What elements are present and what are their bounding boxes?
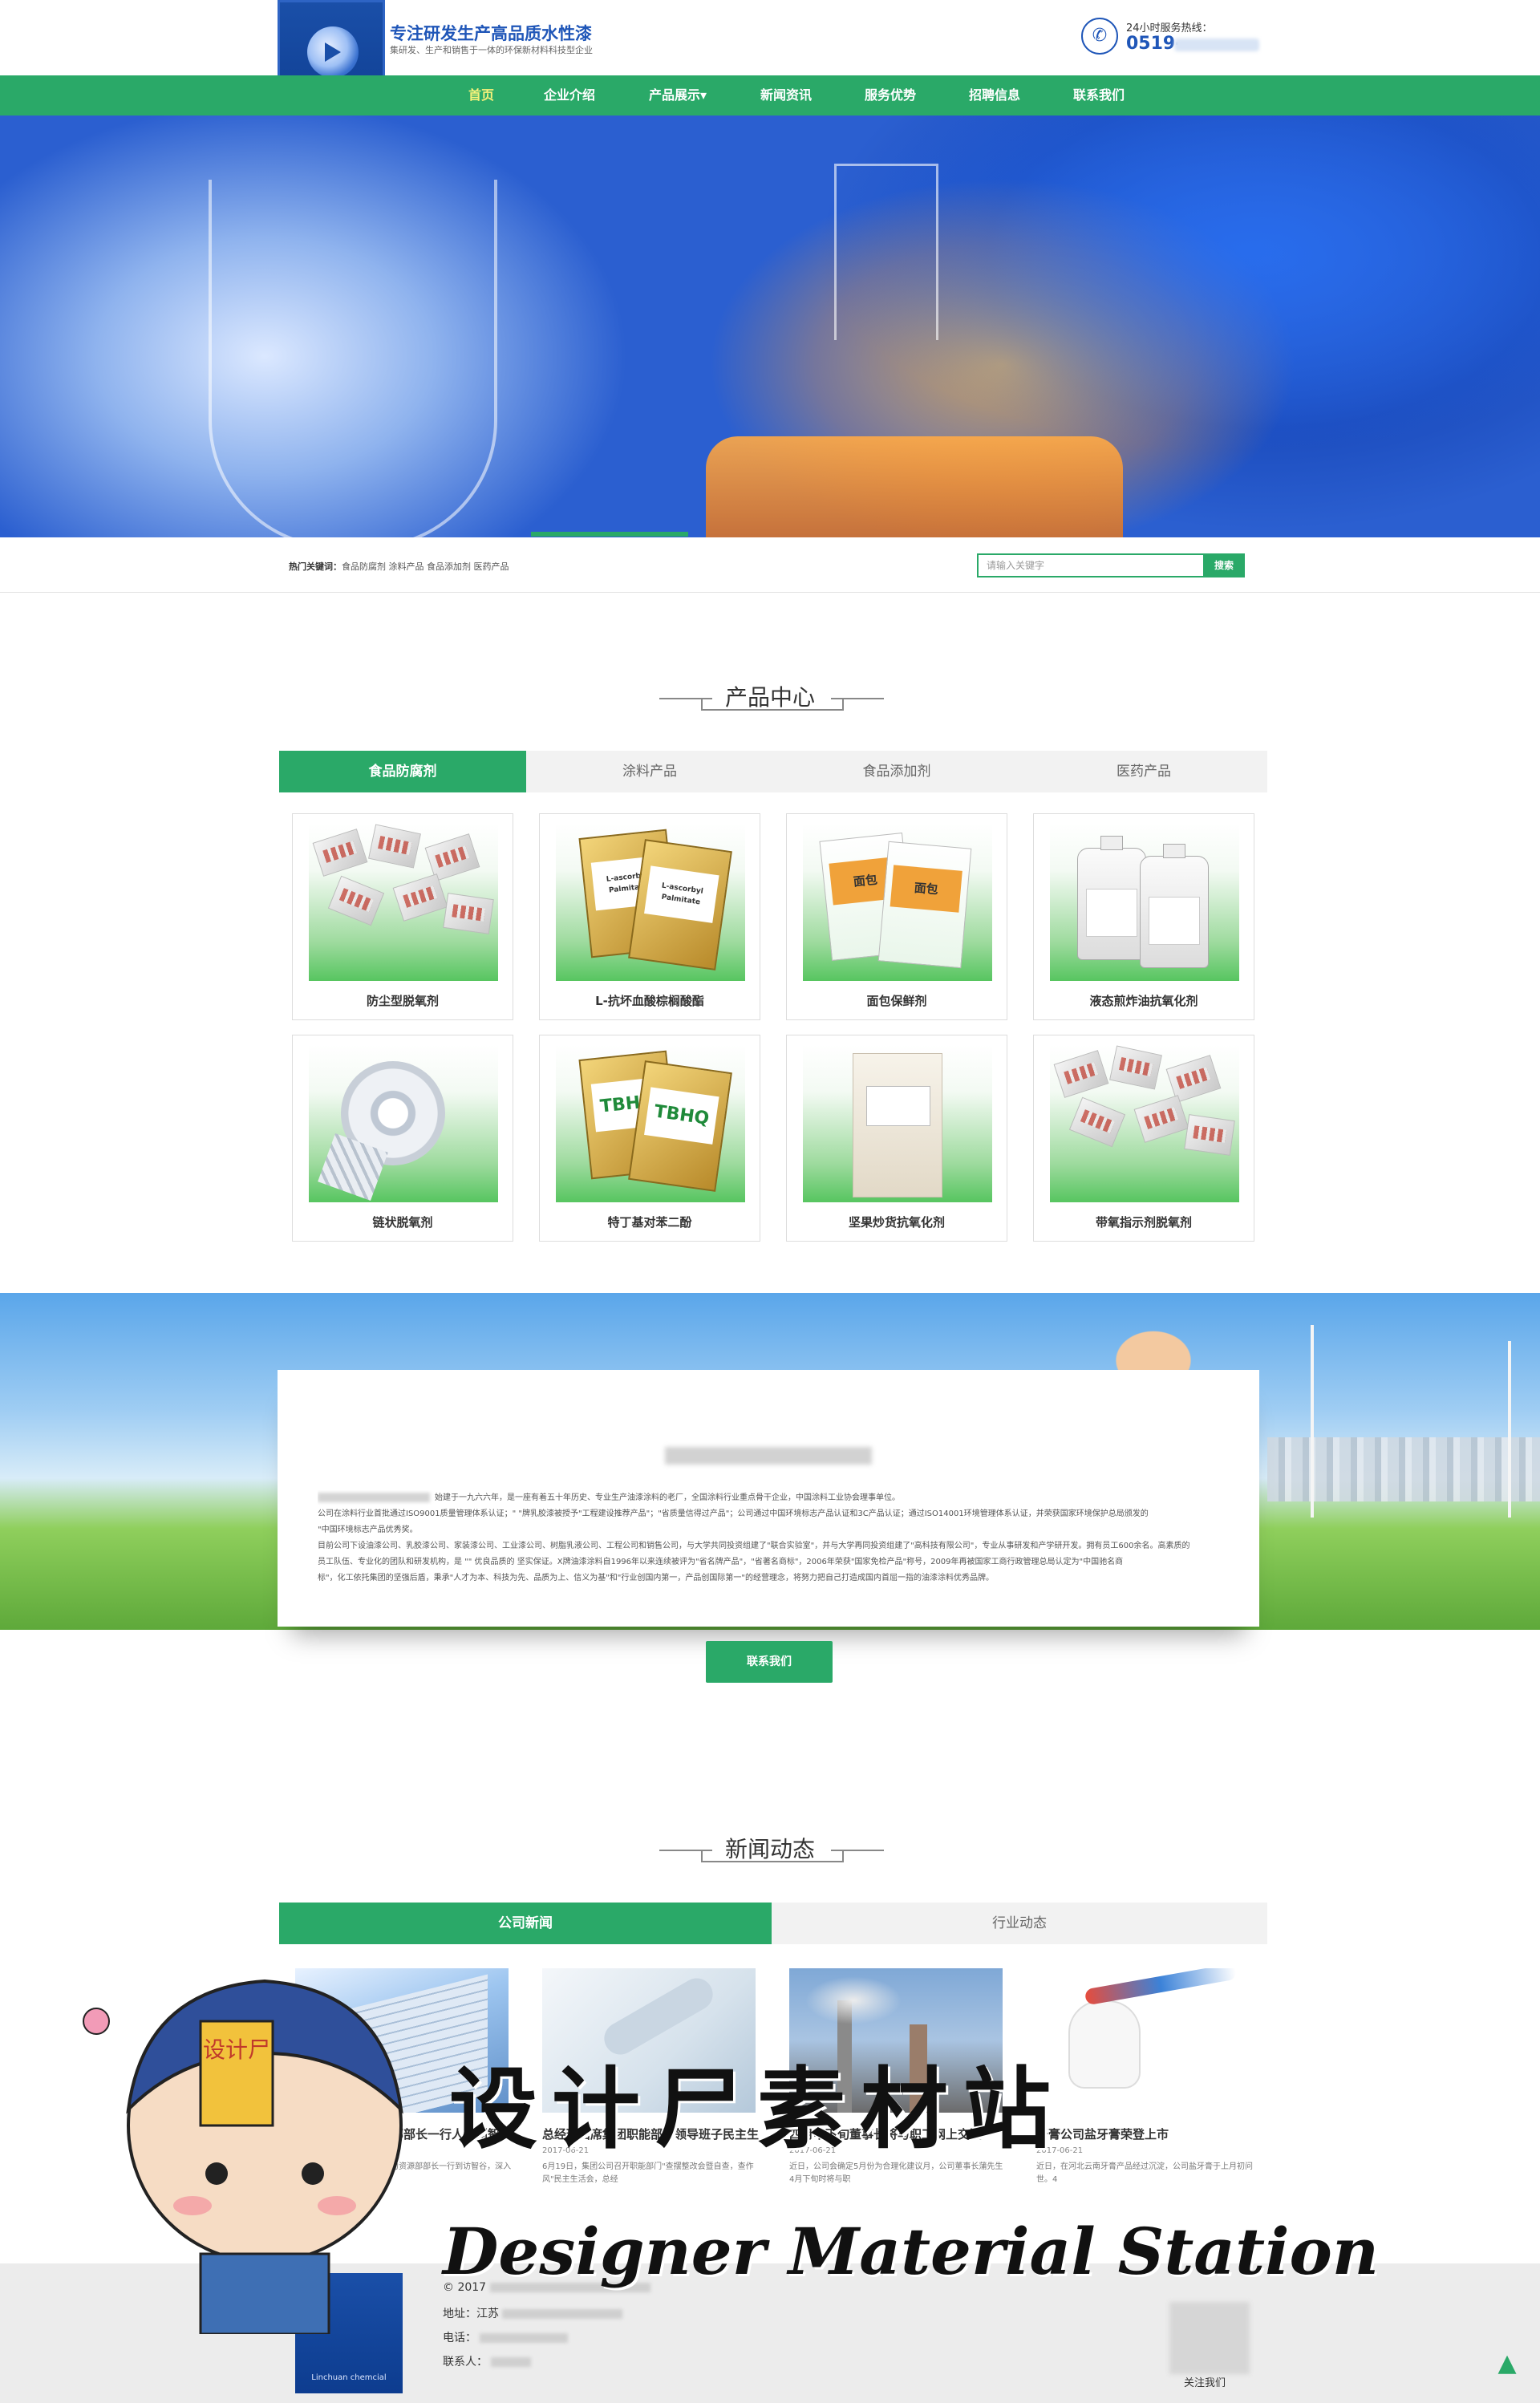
- back-to-top-icon[interactable]: ▲: [1493, 2350, 1521, 2377]
- hot-keywords-label: 热门关键词：: [289, 561, 342, 572]
- about-text-line: 公司在涂料行业首批通过ISO9001质量管理体系认证；" "牌乳胶漆被授予"工程…: [318, 1509, 1149, 1518]
- product-card[interactable]: TBHQ TBHQ 特丁基对苯二酚: [539, 1035, 760, 1242]
- news-title[interactable]: 牙膏公司盐牙膏荣登上市: [1036, 2125, 1269, 2142]
- product-card[interactable]: 链状脱氧剂: [292, 1035, 513, 1242]
- product-image-gold-bags: TBHQ TBHQ: [556, 1045, 745, 1202]
- main-nav: 首页 企业介绍 产品展示▾ 新闻资讯 服务优势 招聘信息 联系我们: [0, 75, 1540, 115]
- hot-keywords: 热门关键词：食品防腐剂 涂料产品 食品添加剂 医药产品: [289, 560, 509, 573]
- product-card[interactable]: 面包 面包 面包保鲜剂: [786, 813, 1007, 1020]
- title-line-left: [659, 1850, 712, 1851]
- turbine-shape: [1311, 1325, 1314, 1518]
- title-underline: [701, 709, 844, 711]
- product-image-sachet-roll: [309, 1045, 498, 1202]
- title-line-left: [659, 698, 712, 699]
- nav-item-news[interactable]: 新闻资讯: [746, 75, 826, 115]
- about-title-blurred: [278, 1447, 1259, 1468]
- tab-food-preservative[interactable]: 食品防腐剂: [279, 751, 526, 792]
- about-city-shape: [1267, 1437, 1540, 1501]
- product-image-bread-bags: 面包 面包: [803, 824, 992, 981]
- divider: [0, 592, 1540, 593]
- hero-banner[interactable]: [0, 115, 1540, 537]
- contact-us-button[interactable]: 联系我们: [706, 1641, 833, 1683]
- about-text-line: "中国环境标志产品优秀奖。: [318, 1526, 418, 1534]
- about-text-line: 目前公司下设油漆公司、乳胶漆公司、家装漆公司、工业漆公司、树脂乳液公司、工程公司…: [318, 1542, 1190, 1550]
- watermark-chinese: 设计尸素材站: [449, 2057, 1065, 2161]
- nav-item-contact[interactable]: 联系我们: [1059, 75, 1139, 115]
- tab-industry-news[interactable]: 行业动态: [772, 1903, 1267, 1944]
- banner-flask-shape: [209, 180, 497, 537]
- nav-item-about[interactable]: 企业介绍: [529, 75, 610, 115]
- product-image-silver-sachets: [1050, 1045, 1239, 1202]
- watermark-mascot-icon: 设计尸: [83, 1979, 403, 2334]
- nav-item-services[interactable]: 服务优势: [850, 75, 930, 115]
- about-text-line: 员工队伍、专业化的团队和研发机构，是 "" 优良品质的 坚实保证。X牌油漆涂料自…: [318, 1558, 1124, 1566]
- nav-item-products[interactable]: 产品展示▾: [634, 75, 722, 115]
- follow-us-label: 关注我们: [1184, 2377, 1226, 2389]
- nav-item-home[interactable]: 首页: [449, 75, 513, 115]
- product-card[interactable]: 防尘型脱氧剂: [292, 813, 513, 1020]
- qr-code-blurred: [1169, 2302, 1250, 2374]
- product-card[interactable]: 液态煎炸油抗氧化剂: [1033, 813, 1254, 1020]
- title-line-right: [831, 698, 884, 699]
- product-name: 面包保鲜剂: [866, 994, 927, 1008]
- svg-text:设计尸: 设计尸: [203, 2036, 270, 2063]
- title-tick-left: [701, 1850, 703, 1861]
- banner-slide-indicator[interactable]: [531, 532, 688, 537]
- phone-icon: ✆: [1081, 18, 1118, 55]
- banner-liquid-shape: [706, 436, 1123, 537]
- product-image-powder-bag: [803, 1045, 992, 1202]
- title-tick-right: [842, 698, 844, 709]
- title-tick-right: [842, 1850, 844, 1861]
- news-section-title: 新闻动态: [724, 1836, 815, 1862]
- products-section-title: 产品中心: [724, 684, 815, 711]
- tab-food-additive[interactable]: 食品添加剂: [773, 751, 1020, 792]
- search-button[interactable]: 搜索: [1203, 553, 1245, 577]
- product-name: 带氧指示剂脱氧剂: [1095, 1215, 1192, 1230]
- product-image-gold-bags: L-ascorbyl Palmitate L-ascorbyl Palmitat…: [556, 824, 745, 981]
- product-card[interactable]: 坚果炒货抗氧化剂: [786, 1035, 1007, 1242]
- nav-item-jobs[interactable]: 招聘信息: [954, 75, 1035, 115]
- product-name: 防尘型脱氧剂: [366, 994, 439, 1008]
- turbine-shape: [1508, 1341, 1511, 1518]
- product-image-plastic-jugs: [1050, 824, 1239, 981]
- tab-coating[interactable]: 涂料产品: [526, 751, 773, 792]
- footer-phone: 电话：: [443, 2329, 569, 2345]
- hotline-label: 24小时服务热线：: [1126, 22, 1213, 34]
- about-text-line: 标"，化工依托集团的坚强后盾，秉承"人才为本、科技为先、品质为上、信义为基"和"…: [318, 1574, 994, 1582]
- title-tick-left: [701, 698, 703, 709]
- title-line-right: [831, 1850, 884, 1851]
- product-card[interactable]: L-ascorbyl Palmitate L-ascorbyl Palmitat…: [539, 813, 760, 1020]
- footer-address: 地址：江苏: [443, 2305, 623, 2321]
- product-card[interactable]: 带氧指示剂脱氧剂: [1033, 1035, 1254, 1242]
- site-slogan: 专注研发生产高品质水性漆: [390, 24, 592, 43]
- about-text-line: 始建于一九六六年，是一座有着五十年历史、专业生产油漆涂料的老厂，全国涂料行业重点…: [318, 1490, 1219, 1506]
- tab-company-news[interactable]: 公司新闻: [279, 1903, 772, 1944]
- tab-pharma[interactable]: 医药产品: [1020, 751, 1267, 792]
- about-card: 始建于一九六六年，是一座有着五十年历史、专业生产油漆涂料的老厂，全国涂料行业重点…: [278, 1370, 1259, 1627]
- hotline-number-blurred: [1174, 38, 1259, 51]
- product-name: 链状脱氧剂: [372, 1215, 433, 1230]
- product-name: 液态煎炸油抗氧化剂: [1089, 994, 1198, 1008]
- banner-flask-neck-shape: [834, 164, 938, 340]
- logo-mark-icon: [307, 26, 359, 78]
- title-underline: [701, 1861, 844, 1862]
- news-desc: 近日，在河北云南牙膏产品经过沉淀，公司盐牙膏于上月初问世。4: [1036, 2162, 1253, 2184]
- watermark-english: Designer Material Station: [443, 2214, 1379, 2289]
- product-image-silver-sachets: [309, 824, 498, 981]
- product-name: L-抗坏血酸棕榈酸酯: [595, 994, 704, 1008]
- footer-contact: 联系人：: [443, 2353, 532, 2369]
- search-input[interactable]: 请输入关键字: [977, 553, 1203, 577]
- news-image: [1036, 1968, 1250, 2113]
- site-slogan-sub: 集研发、生产和销售于一体的环保新材料科技型企业: [390, 45, 593, 55]
- product-name: 坚果炒货抗氧化剂: [848, 1215, 945, 1230]
- hot-keywords-list[interactable]: 食品防腐剂 涂料产品 食品添加剂 医药产品: [342, 561, 509, 572]
- product-name: 特丁基对苯二酚: [607, 1215, 692, 1230]
